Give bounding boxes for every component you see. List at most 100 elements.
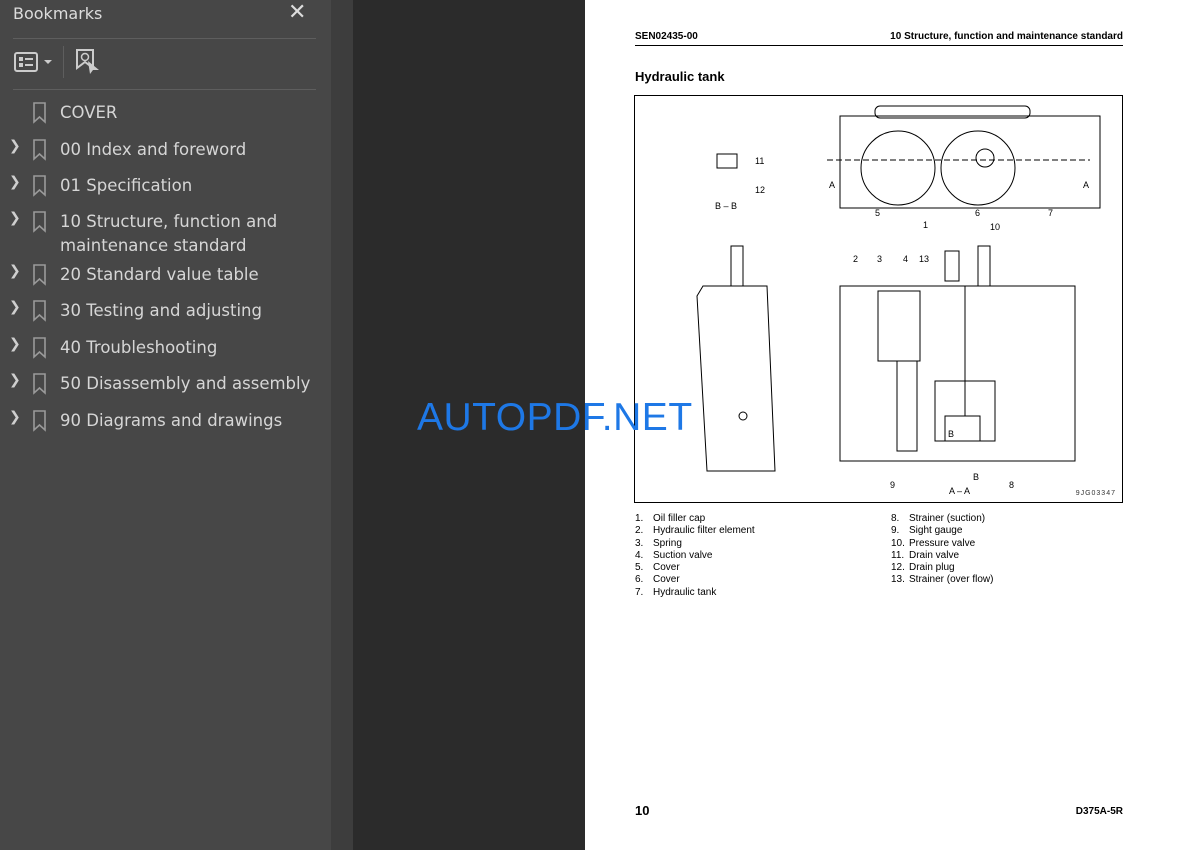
bookmark-label: 50 Disassembly and assembly [60,374,311,393]
close-icon[interactable]: ✕ [288,0,306,25]
legend-number: 12. [891,562,905,574]
legend-text: Sight gauge [909,525,963,537]
options-menu-button[interactable] [14,51,54,73]
figure-code: 9JG03347 [1075,490,1116,497]
divider [13,89,316,90]
bookmark-icon [33,337,46,359]
legend-number: 3. [635,537,644,549]
callout: 13 [919,254,929,264]
bookmark-icon [33,373,46,395]
legend-item: 9. Sight gauge [891,525,993,537]
legend-text: Drain valve [909,549,960,561]
bookmark-icon [33,300,46,322]
watermark: AUTOPDF.NET [417,396,693,439]
legend-text: Strainer (suction) [909,513,986,524]
header-doc-code: SEN02435-00 [635,31,698,42]
technical-drawing: A A 5 6 7 11 12 B – B 2 3 4 13 1 10 9 8 … [696,105,1101,496]
expand-chevron-icon[interactable]: ❯ [9,372,21,388]
legend-item: 2. Hydraulic filter element [635,525,755,537]
list-options-icon [14,52,52,72]
find-bookmark-button[interactable] [75,48,101,80]
callout: 5 [875,208,880,218]
header-rule [635,45,1123,46]
bookmark-label: 40 Troubleshooting [60,338,218,357]
callout: 8 [1009,480,1014,490]
callout: 2 [853,254,858,264]
legend-number: 8. [891,513,900,524]
bookmark-label: 30 Testing and adjusting [60,301,262,320]
callout: 12 [755,185,765,195]
hydraulic-tank-figure: A A 5 6 7 11 12 B – B 2 3 4 13 1 10 9 8 … [634,95,1123,503]
legend-text: Suction valve [653,549,713,561]
legend-text: Pressure valve [909,537,976,549]
legend-item: 10. Pressure valve [891,538,993,550]
legend-item: 7. Hydraulic tank [635,587,755,599]
callout: B [948,429,954,439]
expand-chevron-icon[interactable]: ❯ [9,336,21,352]
legend-right: 8. Strainer (suction) 9. Sight gauge 10. Pres… [891,513,993,587]
header-chapter: 10 Structure, function and maintenance s… [890,31,1123,42]
bookmark-icon [33,175,46,197]
legend-text: Cover [653,574,680,586]
callout: 10 [990,222,1000,232]
expand-chevron-icon[interactable]: ❯ [9,263,21,279]
legend-number: 1. [635,513,644,524]
legend-number: 2. [635,525,644,537]
callout: 7 [1048,208,1053,218]
bookmark-label: 10 Structure, function and maintenance s… [60,212,278,255]
bookmark-icon [33,410,46,432]
callout: A [1083,180,1089,190]
bookmark-icon [33,102,46,124]
legend-item: 5. Cover [635,562,755,574]
legend-number: 9. [891,525,900,537]
legend-number: 4. [635,549,644,561]
legend-text: Hydraulic tank [653,586,717,598]
legend-text: Hydraulic filter element [653,525,755,537]
legend-number: 10. [891,537,905,549]
legend-number: 6. [635,574,644,586]
expand-chevron-icon[interactable]: ❯ [9,299,21,315]
legend-item: 6. Cover [635,574,755,586]
legend-left: 1. Oil filler cap 2. Hydraulic filter eleme… [635,513,755,599]
bookmark-label: 20 Standard value table [60,265,259,284]
expand-chevron-icon[interactable]: ❯ [9,210,21,226]
legend-item: 3. Spring [635,538,755,550]
divider [13,38,316,39]
callout: 11 [755,156,764,166]
callout: A – A [949,486,970,496]
page-number: 10 [635,803,650,818]
legend-item: 8. Strainer (suction) [891,513,993,525]
legend-text: Oil filler cap [653,513,706,524]
callout: B – B [715,201,737,211]
panel-title: Bookmarks [13,4,103,23]
legend-text: Drain plug [909,562,955,574]
section-title: Hydraulic tank [635,69,725,84]
legend-item: 4. Suction valve [635,550,755,562]
legend-text: Strainer (over flow) [909,574,994,586]
legend-item: 11. Drain valve [891,550,993,562]
legend-item: 13. Strainer (over flow) [891,574,993,586]
bookmark-label: COVER [60,103,118,122]
legend-number: 13. [891,574,905,586]
callout: A [829,180,835,190]
footer-model: D375A-5R [1075,806,1123,817]
bookmark-icon [33,139,46,161]
panel-splitter[interactable] [331,0,676,850]
callout: 4 [903,254,908,264]
legend-item: 12. Drain plug [891,562,993,574]
expand-chevron-icon[interactable]: ❯ [9,174,21,190]
legend-number: 11. [891,549,905,561]
callout: 9 [890,480,895,490]
find-bookmark-icon [76,49,99,74]
legend-item: 1. Oil filler cap [635,513,755,525]
expand-chevron-icon[interactable]: ❯ [9,409,21,425]
callout: B [973,472,979,482]
legend-number: 5. [635,562,644,574]
legend-text: Spring [653,537,682,549]
legend-number: 7. [635,586,644,598]
bookmark-label: 01 Specification [60,176,193,195]
bookmark-label: 00 Index and foreword [60,140,247,159]
callout: 6 [975,208,980,218]
callout: 3 [877,254,882,264]
expand-chevron-icon[interactable]: ❯ [9,138,21,154]
